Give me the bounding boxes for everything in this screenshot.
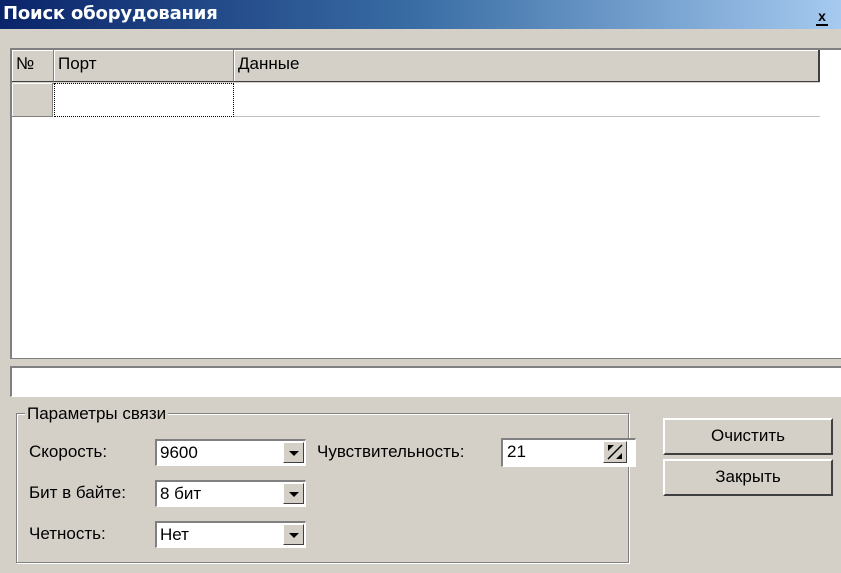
spin-up-down-icon[interactable] — [603, 441, 627, 463]
grid-bottom-edge — [10, 358, 841, 363]
clear-button[interactable]: Очистить — [663, 418, 833, 455]
sensitivity-value: 21 — [507, 442, 526, 461]
window-title: Поиск оборудования — [3, 3, 218, 24]
table-row[interactable] — [12, 83, 820, 117]
cell-data[interactable] — [234, 83, 820, 117]
column-header-data[interactable]: Данные — [234, 50, 820, 82]
grid-header: № Порт Данные — [12, 50, 820, 84]
column-header-port[interactable]: Порт — [54, 50, 234, 82]
sensitivity-label: Чувствительность: — [317, 442, 465, 461]
bits-select[interactable]: 8 бит — [155, 480, 306, 507]
close-button[interactable]: x — [812, 8, 832, 26]
column-header-number[interactable]: № — [12, 50, 54, 82]
title-bar: Поиск оборудования x — [0, 0, 841, 29]
results-grid[interactable]: № Порт Данные — [10, 48, 841, 358]
speed-select[interactable]: 9600 — [155, 439, 306, 466]
bits-value: 8 бит — [160, 484, 202, 503]
row-indicator[interactable] — [12, 83, 53, 117]
chevron-down-icon[interactable] — [283, 524, 304, 545]
speed-value: 9600 — [160, 443, 198, 462]
parity-label: Четность: — [29, 524, 106, 543]
speed-label: Скорость: — [29, 442, 108, 461]
bits-label: Бит в байте: — [29, 483, 126, 502]
sensitivity-spinner[interactable]: 21 — [501, 438, 636, 467]
parity-value: Нет — [160, 525, 189, 544]
close-dialog-button[interactable]: Закрыть — [663, 459, 833, 496]
parity-select[interactable]: Нет — [155, 521, 306, 548]
status-field[interactable] — [10, 366, 841, 397]
cell-port[interactable] — [54, 83, 234, 117]
chevron-down-icon[interactable] — [283, 483, 304, 504]
chevron-down-icon[interactable] — [283, 442, 304, 463]
connection-params-legend: Параметры связи — [25, 404, 169, 424]
